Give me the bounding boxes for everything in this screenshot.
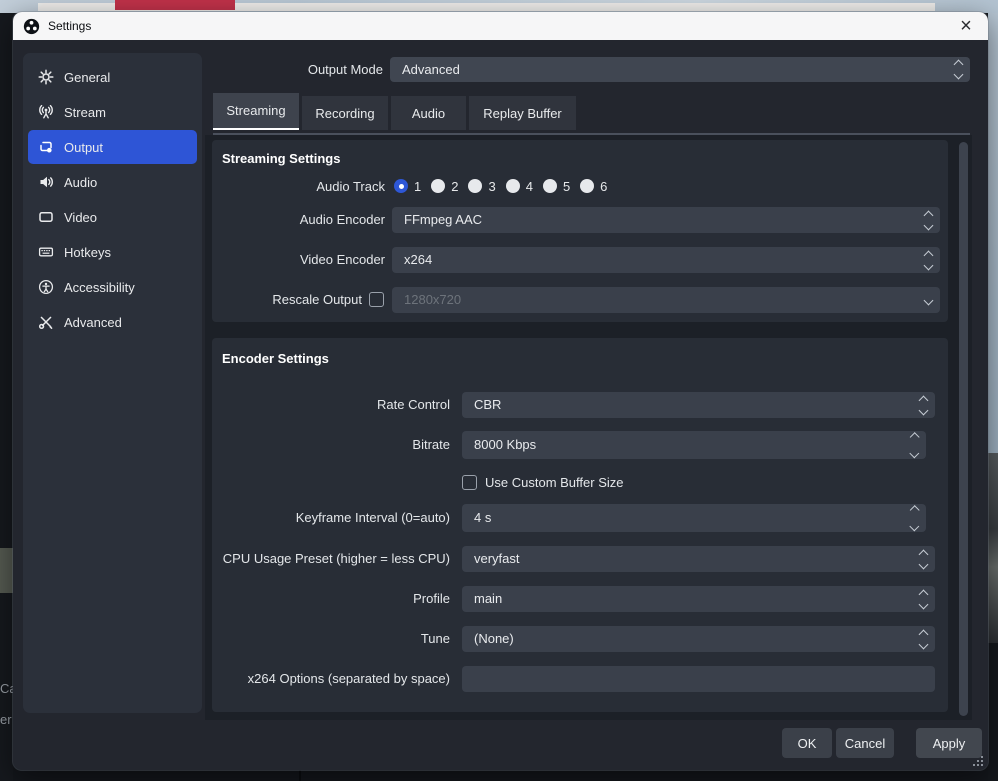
streaming-settings-group: Streaming Settings Audio Track 1 2 3 4 5…: [212, 140, 948, 322]
cpu-preset-select[interactable]: veryfast: [462, 546, 935, 572]
sidebar-item-hotkeys[interactable]: Hotkeys: [28, 235, 197, 269]
radio: [580, 179, 594, 193]
accessibility-icon: [38, 279, 54, 295]
gear-icon: [38, 69, 54, 85]
rate-control-select[interactable]: CBR: [462, 392, 935, 418]
group-title: Streaming Settings: [222, 151, 340, 166]
sidebar-item-label: Advanced: [64, 315, 122, 330]
close-icon[interactable]: ×: [953, 12, 979, 40]
output-mode-label: Output Mode: [233, 57, 383, 82]
custom-buffer-checkbox[interactable]: [462, 475, 477, 490]
custom-buffer-label: Use Custom Buffer Size: [485, 475, 623, 491]
keyframe-interval-label: Keyframe Interval (0=auto): [212, 504, 450, 532]
settings-dialog: Settings × General: [13, 12, 988, 770]
audio-track-label: Audio Track: [212, 178, 385, 196]
audio-track-radio-2[interactable]: 2: [431, 179, 458, 194]
chevron-updown-icon: [946, 57, 970, 82]
radio: [431, 179, 445, 193]
encoder-settings-group: Encoder Settings Rate Control CBR Bitrat…: [212, 338, 948, 712]
tab-recording[interactable]: Recording: [302, 96, 388, 130]
sidebar-item-stream[interactable]: Stream: [28, 95, 197, 129]
resize-grip[interactable]: [971, 754, 983, 766]
background-divider: [299, 770, 301, 781]
audio-encoder-label: Audio Encoder: [212, 207, 385, 233]
sidebar-item-general[interactable]: General: [28, 60, 197, 94]
chevron-updown-icon: [911, 586, 935, 612]
output-mode-select[interactable]: Advanced: [390, 57, 970, 82]
tab-replay-buffer[interactable]: Replay Buffer: [469, 96, 576, 130]
sidebar-item-video[interactable]: Video: [28, 200, 197, 234]
cancel-button[interactable]: Cancel: [836, 728, 894, 758]
spinner-arrows-icon[interactable]: [902, 431, 926, 459]
audio-encoder-select[interactable]: FFmpeg AAC: [392, 207, 940, 233]
spinner-arrows-icon[interactable]: [902, 504, 926, 532]
radio: [543, 179, 557, 193]
bitrate-spinbox[interactable]: 8000 Kbps: [462, 431, 926, 459]
background-right-strip: [988, 13, 998, 781]
sidebar-item-label: Stream: [64, 105, 106, 120]
background-red-bar: [115, 0, 235, 10]
tune-label: Tune: [212, 626, 450, 652]
x264-options-input[interactable]: [462, 666, 935, 692]
broadcast-icon: [38, 104, 54, 120]
tools-icon: [38, 314, 54, 330]
video-encoder-select[interactable]: x264: [392, 247, 940, 273]
sidebar-item-label: Hotkeys: [64, 245, 111, 260]
tab-audio[interactable]: Audio: [391, 96, 466, 130]
radio: [468, 179, 482, 193]
dialog-body: General Stream Output: [13, 40, 988, 770]
chevron-updown-icon: [916, 207, 940, 233]
ok-button[interactable]: OK: [782, 728, 832, 758]
audio-track-radio-6[interactable]: 6: [580, 179, 607, 194]
scrollbar-thumb[interactable]: [959, 142, 968, 716]
sidebar-item-label: Video: [64, 210, 97, 225]
sidebar-item-label: Output: [64, 140, 103, 155]
audio-track-radio-5[interactable]: 5: [543, 179, 570, 194]
titlebar[interactable]: Settings ×: [13, 12, 988, 40]
audio-track-radio-3[interactable]: 3: [468, 179, 495, 194]
monitor-icon: [38, 209, 54, 225]
background-text-fragment: er: [0, 712, 12, 727]
keyboard-icon: [38, 244, 54, 260]
chevron-updown-icon: [916, 247, 940, 273]
x264-options-label: x264 Options (separated by space): [212, 666, 450, 692]
profile-label: Profile: [212, 586, 450, 612]
chevron-updown-icon: [911, 392, 935, 418]
profile-select[interactable]: main: [462, 586, 935, 612]
obs-logo-icon: [23, 18, 40, 35]
sidebar-item-label: General: [64, 70, 110, 85]
tune-select[interactable]: (None): [462, 626, 935, 652]
radio: [506, 179, 520, 193]
radio-selected: [394, 179, 408, 193]
chevron-updown-icon: [911, 626, 935, 652]
cpu-preset-label: CPU Usage Preset (higher = less CPU): [212, 546, 450, 572]
group-title: Encoder Settings: [222, 351, 329, 366]
screen: Ca er Settings × General: [0, 0, 998, 781]
sidebar-item-advanced[interactable]: Advanced: [28, 305, 197, 339]
sidebar-item-label: Accessibility: [64, 280, 135, 295]
sidebar-item-label: Audio: [64, 175, 97, 190]
chevron-updown-icon: [911, 546, 935, 572]
rescale-output-checkbox[interactable]: [369, 292, 384, 307]
background-left-strip: [0, 13, 13, 781]
bitrate-label: Bitrate: [212, 431, 450, 459]
audio-track-radio-1[interactable]: 1: [394, 179, 421, 194]
speaker-icon: [38, 174, 54, 190]
settings-scroll-area: Streaming Settings Audio Track 1 2 3 4 5…: [205, 135, 972, 720]
tab-streaming[interactable]: Streaming: [213, 93, 299, 130]
window-title: Settings: [48, 19, 91, 33]
rescale-resolution-select[interactable]: 1280x720: [392, 287, 940, 313]
sidebar-item-audio[interactable]: Audio: [28, 165, 197, 199]
video-encoder-label: Video Encoder: [212, 247, 385, 273]
keyframe-interval-spinbox[interactable]: 4 s: [462, 504, 926, 532]
chevron-down-icon: [916, 287, 940, 313]
rescale-output-label: Rescale Output: [212, 287, 362, 313]
sidebar-item-output[interactable]: Output: [28, 130, 197, 164]
rate-control-label: Rate Control: [212, 392, 450, 418]
sidebar: General Stream Output: [23, 53, 202, 713]
audio-track-radio-4[interactable]: 4: [506, 179, 533, 194]
sidebar-item-accessibility[interactable]: Accessibility: [28, 270, 197, 304]
audio-track-radios: 1 2 3 4 5 6: [394, 177, 607, 195]
output-icon: [38, 139, 54, 155]
